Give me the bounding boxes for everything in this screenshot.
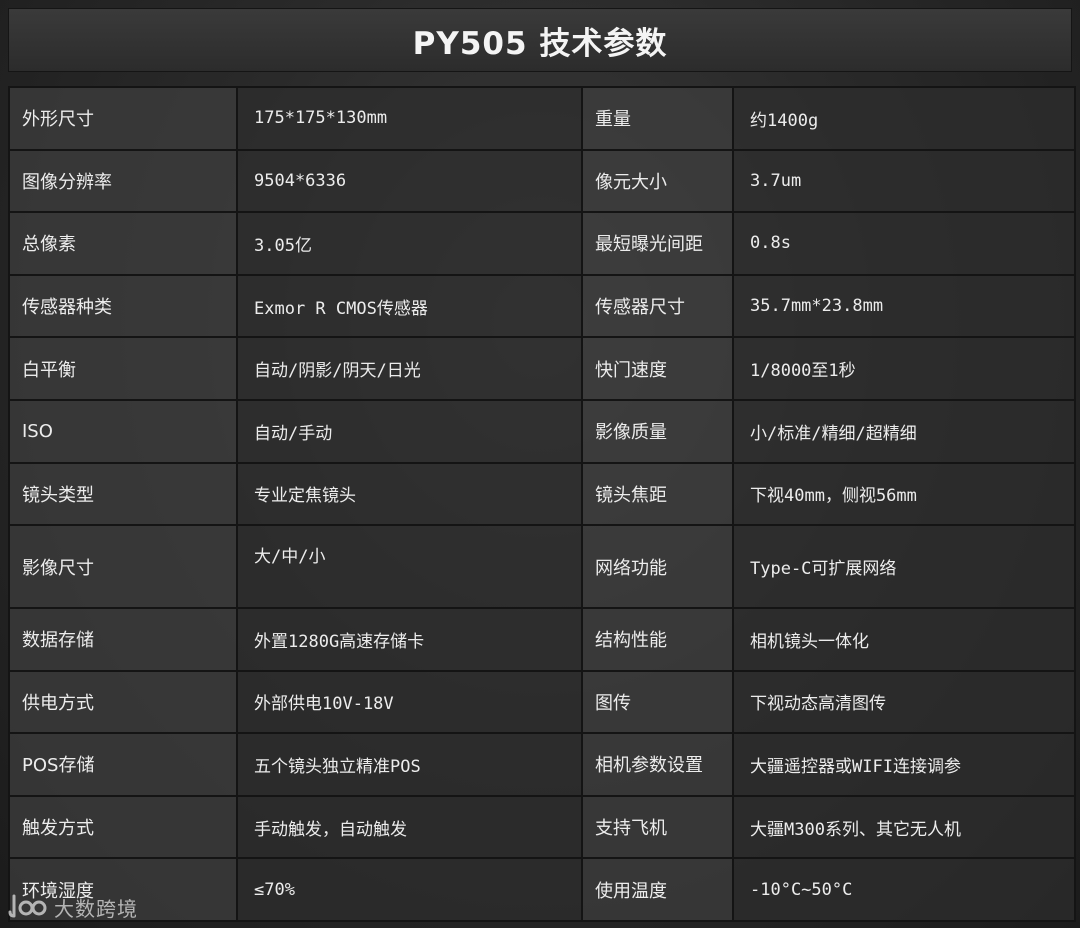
spec-value: 小/标准/精细/超精细 [732,398,1076,464]
spec-value: 自动/阴影/阴天/日光 [236,336,583,401]
spec-label: 数据存储 [8,606,238,672]
table-row: ISO 自动/手动 影像质量 小/标准/精细/超精细 [8,398,1076,464]
spec-value: 大疆遥控器或WIFI连接调参 [732,732,1076,797]
spec-label: 镜头类型 [8,461,238,527]
table-row: 传感器种类 Exmor R CMOS传感器 传感器尺寸 35.7mm*23.8m… [8,273,1076,339]
table-row: 环境湿度 ≤70% 使用温度 -10°C~50°C [8,857,1076,922]
spec-label: 重量 [581,86,734,151]
spec-label: 使用温度 [581,857,734,922]
spec-table: 外形尺寸 175*175*130mm 重量 约1400g 图像分辨率 9504*… [8,86,1076,922]
table-row: 镜头类型 专业定焦镜头 镜头焦距 下视40mm，侧视56mm [8,461,1076,527]
spec-label: 影像尺寸 [8,524,238,609]
table-row: 数据存储 外置1280G高速存储卡 结构性能 相机镜头一体化 [8,606,1076,672]
spec-value: 大/中/小 [236,524,583,609]
spec-value: 大疆M300系列、其它无人机 [732,794,1076,860]
spec-label: 快门速度 [581,336,734,401]
spec-value: 下视动态高清图传 [732,669,1076,735]
spec-label: 相机参数设置 [581,732,734,797]
spec-label: 供电方式 [8,669,238,735]
title-bar: PY505 技术参数 [8,8,1072,72]
spec-label: 图传 [581,669,734,735]
spec-value: 3.05亿 [236,211,583,276]
spec-value: Type-C可扩展网络 [732,524,1076,609]
spec-label: 白平衡 [8,336,238,401]
spec-label: POS存储 [8,732,238,797]
table-row: 外形尺寸 175*175*130mm 重量 约1400g [8,86,1076,151]
spec-value: 外部供电10V-18V [236,669,583,735]
brand-logo-icon [8,894,47,918]
spec-label: 图像分辨率 [8,148,238,214]
spec-label: 传感器种类 [8,273,238,339]
table-row: 白平衡 自动/阴影/阴天/日光 快门速度 1/8000至1秒 [8,336,1076,401]
spec-label: 镜头焦距 [581,461,734,527]
spec-label: 触发方式 [8,794,238,860]
table-row: POS存储 五个镜头独立精准POS 相机参数设置 大疆遥控器或WIFI连接调参 [8,732,1076,797]
spec-label: 传感器尺寸 [581,273,734,339]
spec-value: 0.8s [732,211,1076,276]
spec-value: 五个镜头独立精准POS [236,732,583,797]
spec-label: 像元大小 [581,148,734,214]
spec-value: 9504*6336 [236,148,583,214]
table-row: 图像分辨率 9504*6336 像元大小 3.7um [8,148,1076,214]
spec-value: Exmor R CMOS传感器 [236,273,583,339]
spec-value: 3.7um [732,148,1076,214]
spec-label: ISO [8,398,238,464]
table-row: 影像尺寸 大/中/小 网络功能 Type-C可扩展网络 [8,524,1076,609]
spec-value: 1/8000至1秒 [732,336,1076,401]
spec-value: 175*175*130mm [236,86,583,151]
table-row: 触发方式 手动触发，自动触发 支持飞机 大疆M300系列、其它无人机 [8,794,1076,860]
table-row: 总像素 3.05亿 最短曝光间距 0.8s [8,211,1076,276]
spec-value: 相机镜头一体化 [732,606,1076,672]
table-row: 供电方式 外部供电10V-18V 图传 下视动态高清图传 [8,669,1076,735]
spec-value: 手动触发，自动触发 [236,794,583,860]
spec-label: 影像质量 [581,398,734,464]
spec-value: ≤70% [236,857,583,922]
spec-label: 结构性能 [581,606,734,672]
spec-value: 下视40mm，侧视56mm [732,461,1076,527]
spec-label: 支持飞机 [581,794,734,860]
watermark: 大数跨境 [8,892,138,922]
spec-label: 网络功能 [581,524,734,609]
page-title: PY505 技术参数 [412,25,668,62]
spec-value: 约1400g [732,86,1076,151]
spec-value: 35.7mm*23.8mm [732,273,1076,339]
spec-value: 外置1280G高速存储卡 [236,606,583,672]
spec-label: 总像素 [8,211,238,276]
spec-label: 最短曝光间距 [581,211,734,276]
spec-value: 专业定焦镜头 [236,461,583,527]
watermark-text: 大数跨境 [54,896,138,921]
spec-value: 自动/手动 [236,398,583,464]
spec-label: 外形尺寸 [8,86,238,151]
spec-value: -10°C~50°C [732,857,1076,922]
